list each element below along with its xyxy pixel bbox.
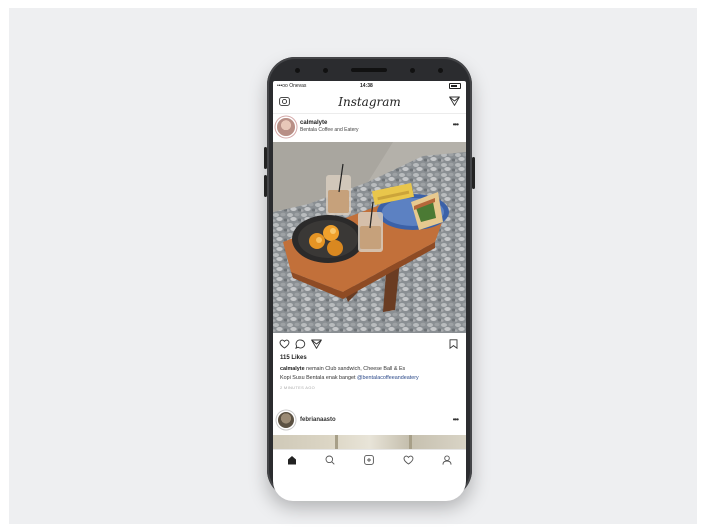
status-bar: •••oo Onevas 14:38 (273, 81, 466, 91)
bookmark-icon[interactable] (449, 339, 458, 349)
top-navigation: Instagram (273, 91, 466, 114)
bottom-tab-bar (273, 449, 466, 474)
activity-heart-icon[interactable] (403, 455, 414, 465)
phone-mockup: •••oo Onevas 14:38 Instagram calmalyte B… (264, 57, 475, 501)
volume-button (264, 175, 267, 197)
instagram-logo: Instagram (338, 95, 401, 109)
battery-icon (449, 83, 461, 89)
likes-count[interactable]: 115 Likes (280, 355, 307, 361)
instagram-screen: •••oo Onevas 14:38 Instagram calmalyte B… (273, 81, 466, 501)
search-icon[interactable] (325, 455, 335, 465)
phone-top-bezel (295, 65, 443, 75)
post-timestamp: 2 MINUTES AGO (280, 385, 316, 390)
profile-icon[interactable] (442, 455, 452, 465)
paper-plane-icon[interactable] (449, 96, 460, 106)
heart-icon[interactable] (279, 339, 290, 349)
post-header: calmalyte Bentala Coffee and Eatery ••• (273, 114, 466, 142)
post-username[interactable]: calmalyte (300, 120, 327, 126)
clock: 14:38 (360, 83, 373, 89)
home-icon[interactable] (287, 455, 297, 465)
post-caption: calmalyte nemain Club sandwich, Cheese B… (280, 365, 464, 383)
post-header: febrianaasto ••• (273, 409, 466, 433)
power-button (472, 157, 475, 189)
post-username[interactable]: febrianaasto (300, 417, 336, 423)
caption-text: Kopi Susu Bentala enak banget (280, 375, 358, 381)
post-location[interactable]: Bentala Coffee and Eatery (300, 127, 359, 133)
share-icon[interactable] (311, 339, 322, 349)
post-actions (273, 333, 466, 355)
caption-username[interactable]: calmalyte (280, 366, 305, 372)
caption-text: nemain Club sandwich, Cheese Ball & Es (304, 366, 406, 372)
post-photo[interactable] (273, 435, 466, 449)
more-options-icon[interactable]: ••• (453, 120, 459, 129)
background-stage: •••oo Onevas 14:38 Instagram calmalyte B… (9, 8, 697, 524)
caption-mention[interactable]: @bentalacoffeeandeatery (357, 375, 419, 381)
comment-icon[interactable] (295, 339, 306, 349)
more-options-icon[interactable]: ••• (453, 415, 459, 424)
carrier-label: •••oo Onevas (277, 83, 307, 89)
avatar[interactable] (277, 118, 295, 136)
post-photo[interactable] (273, 142, 466, 333)
volume-button (264, 147, 267, 169)
add-post-icon[interactable] (364, 455, 374, 465)
avatar[interactable] (278, 412, 294, 428)
